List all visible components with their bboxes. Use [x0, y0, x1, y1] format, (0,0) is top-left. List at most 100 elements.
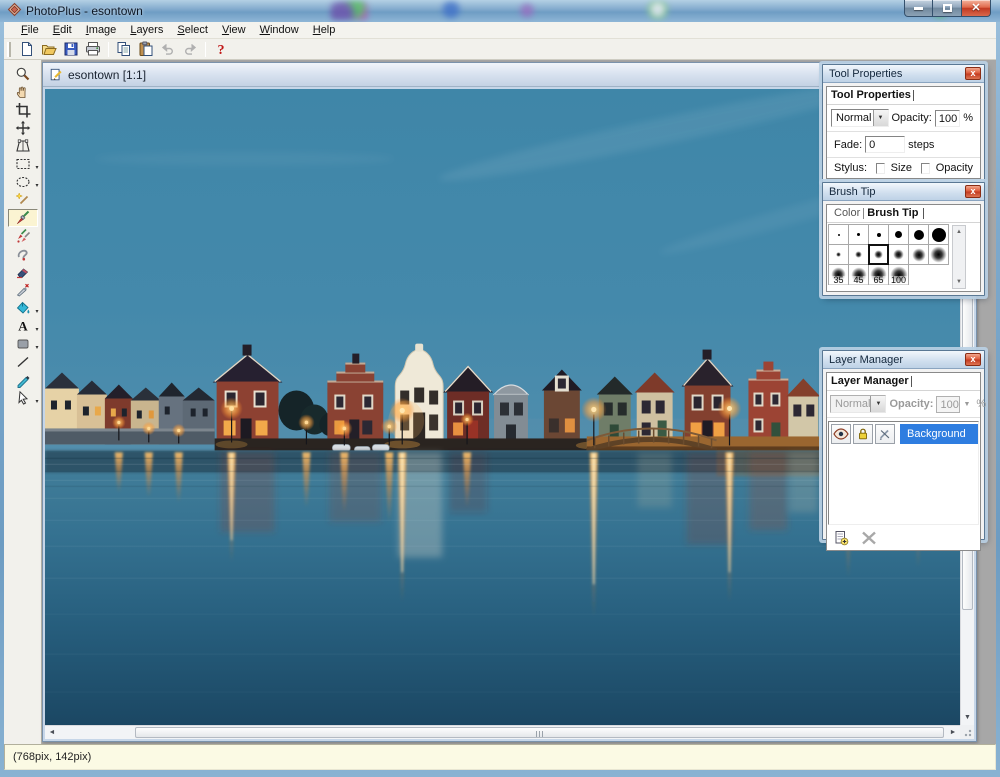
brush-cell-soft-100[interactable]: 100 — [888, 264, 909, 285]
layer-opacity-input[interactable]: 100 — [936, 396, 960, 413]
menu-layers[interactable]: Layers — [123, 22, 170, 38]
tool-properties-titlebar[interactable]: Tool Properties x — [823, 65, 984, 83]
undo-button[interactable] — [157, 40, 179, 59]
scroll-right-icon[interactable]: ► — [946, 726, 960, 739]
paste-icon — [138, 41, 154, 57]
close-button[interactable]: ✕ — [962, 0, 991, 17]
fade-input[interactable]: 0 — [865, 136, 905, 153]
menu-edit[interactable]: Edit — [46, 22, 79, 38]
scroll-left-icon[interactable]: ◄ — [45, 726, 59, 739]
dropdown-arrow-icon[interactable]: ▼ — [873, 110, 888, 126]
print-button[interactable] — [82, 40, 104, 59]
tab-color[interactable]: Color — [831, 207, 863, 219]
layer-blend-mode-select[interactable]: Normal ▼ — [830, 395, 886, 413]
tool-deform[interactable] — [8, 137, 38, 155]
dropdown-arrow-icon[interactable]: ▼ — [870, 396, 885, 412]
blend-mode-select[interactable]: Normal ▼ — [831, 109, 889, 127]
tool-dropdown-arrow-icon[interactable]: ▾ — [35, 328, 38, 333]
horizontal-scrollbar-thumb[interactable] — [135, 727, 944, 738]
tool-dropdown-arrow-icon[interactable]: ▾ — [35, 184, 38, 189]
layer-lock-button[interactable] — [853, 424, 873, 444]
brush-cell-hard[interactable] — [868, 224, 889, 245]
tool-node-edit[interactable]: ▾ — [8, 389, 38, 407]
menu-help[interactable]: Help — [306, 22, 343, 38]
tool-rectangle-select[interactable]: ▾ — [8, 155, 38, 173]
tool-smudge[interactable] — [8, 245, 38, 263]
tab-brush-tip[interactable]: Brush Tip — [864, 207, 921, 219]
palette-close-button[interactable]: x — [965, 67, 981, 80]
save-button[interactable] — [60, 40, 82, 59]
tool-dropdown-arrow-icon[interactable]: ▾ — [35, 400, 38, 405]
menu-view[interactable]: View — [215, 22, 253, 38]
delete-layer-button[interactable] — [861, 531, 877, 548]
new-layer-button[interactable] — [833, 530, 849, 549]
brush-cell-soft[interactable] — [928, 244, 949, 265]
paste-button[interactable] — [135, 40, 157, 59]
horizontal-scrollbar[interactable]: ◄ ► — [45, 725, 960, 739]
minimize-button[interactable] — [904, 0, 933, 17]
scroll-up-icon[interactable]: ▲ — [953, 226, 965, 238]
menu-file[interactable]: File — [14, 22, 46, 38]
brush-cell-soft[interactable] — [888, 244, 909, 265]
maximize-button[interactable] — [933, 0, 962, 17]
tool-dropdown-arrow-icon[interactable]: ▾ — [35, 166, 38, 171]
brush-cell-soft-35[interactable]: 35 — [828, 264, 849, 285]
open-button[interactable] — [38, 40, 60, 59]
tool-dropdown-arrow-icon[interactable]: ▾ — [35, 310, 38, 315]
menu-window[interactable]: Window — [253, 22, 306, 38]
stylus-opacity-checkbox[interactable] — [921, 163, 930, 174]
layer-manager-tab[interactable]: Layer Manager — [827, 373, 980, 391]
tool-pan[interactable] — [8, 83, 38, 101]
resize-grip[interactable] — [960, 725, 974, 739]
tool-zoom[interactable] — [8, 65, 38, 83]
tool-shape[interactable]: ▾ — [8, 335, 38, 353]
brush-cell-soft-65[interactable]: 65 — [868, 264, 889, 285]
tool-eraser[interactable] — [8, 263, 38, 281]
tool-clone-brush[interactable] — [8, 227, 38, 245]
tool-text[interactable]: A ▾ — [8, 317, 38, 335]
layer-name[interactable]: Background — [900, 424, 978, 444]
tool-properties-tab[interactable]: Tool Properties — [827, 87, 980, 105]
tool-pen[interactable] — [8, 371, 38, 389]
brush-cell-hard[interactable] — [928, 224, 949, 245]
window-titlebar[interactable]: PhotoPlus - esontown ✕ — [0, 0, 1000, 22]
brush-cell-soft[interactable] — [828, 244, 849, 265]
opacity-dropdown-arrow-icon[interactable]: ▼ — [963, 401, 970, 408]
brush-cell-soft-selected[interactable] — [868, 244, 889, 265]
help-button[interactable]: ? — [210, 40, 232, 59]
copy-button[interactable] — [113, 40, 135, 59]
tool-magic-wand[interactable] — [8, 191, 38, 209]
brush-tip-titlebar[interactable]: Brush Tip x — [823, 183, 984, 201]
menu-select[interactable]: Select — [170, 22, 215, 38]
palette-close-button[interactable]: x — [965, 353, 981, 366]
tool-paintbrush[interactable] — [8, 209, 38, 227]
brush-cell-soft[interactable] — [908, 244, 929, 265]
layer-visibility-button[interactable] — [831, 424, 851, 444]
tool-flood-fill[interactable]: ▾ — [8, 299, 38, 317]
scroll-down-icon[interactable]: ▼ — [953, 276, 965, 288]
redo-button[interactable] — [179, 40, 201, 59]
layer-manager-titlebar[interactable]: Layer Manager x — [823, 351, 984, 369]
tool-scissors[interactable] — [8, 281, 38, 299]
tool-crop[interactable] — [8, 101, 38, 119]
scroll-down-icon[interactable]: ▼ — [961, 711, 974, 725]
stylus-size-checkbox[interactable] — [876, 163, 885, 174]
brush-scrollbar[interactable]: ▲ ▼ — [952, 225, 966, 289]
layer-row-background[interactable]: Background — [829, 422, 978, 446]
new-document-button[interactable] — [16, 40, 38, 59]
brush-cell-soft[interactable] — [848, 244, 869, 265]
opacity-input[interactable]: 100 — [935, 110, 960, 127]
tool-line[interactable] — [8, 353, 38, 371]
brush-cell-hard[interactable] — [908, 224, 929, 245]
brush-cell-soft-45[interactable]: 45 — [848, 264, 869, 285]
layer-mask-edit-button[interactable] — [875, 424, 895, 444]
tool-move[interactable] — [8, 119, 38, 137]
brush-cell-hard[interactable] — [888, 224, 909, 245]
tool-ellipse-select[interactable]: ▾ — [8, 173, 38, 191]
brush-cell-hard[interactable] — [828, 224, 849, 245]
toolbar-grip[interactable] — [7, 42, 11, 57]
palette-close-button[interactable]: x — [965, 185, 981, 198]
tool-dropdown-arrow-icon[interactable]: ▾ — [35, 346, 38, 351]
brush-cell-hard[interactable] — [848, 224, 869, 245]
menu-image[interactable]: Image — [79, 22, 124, 38]
